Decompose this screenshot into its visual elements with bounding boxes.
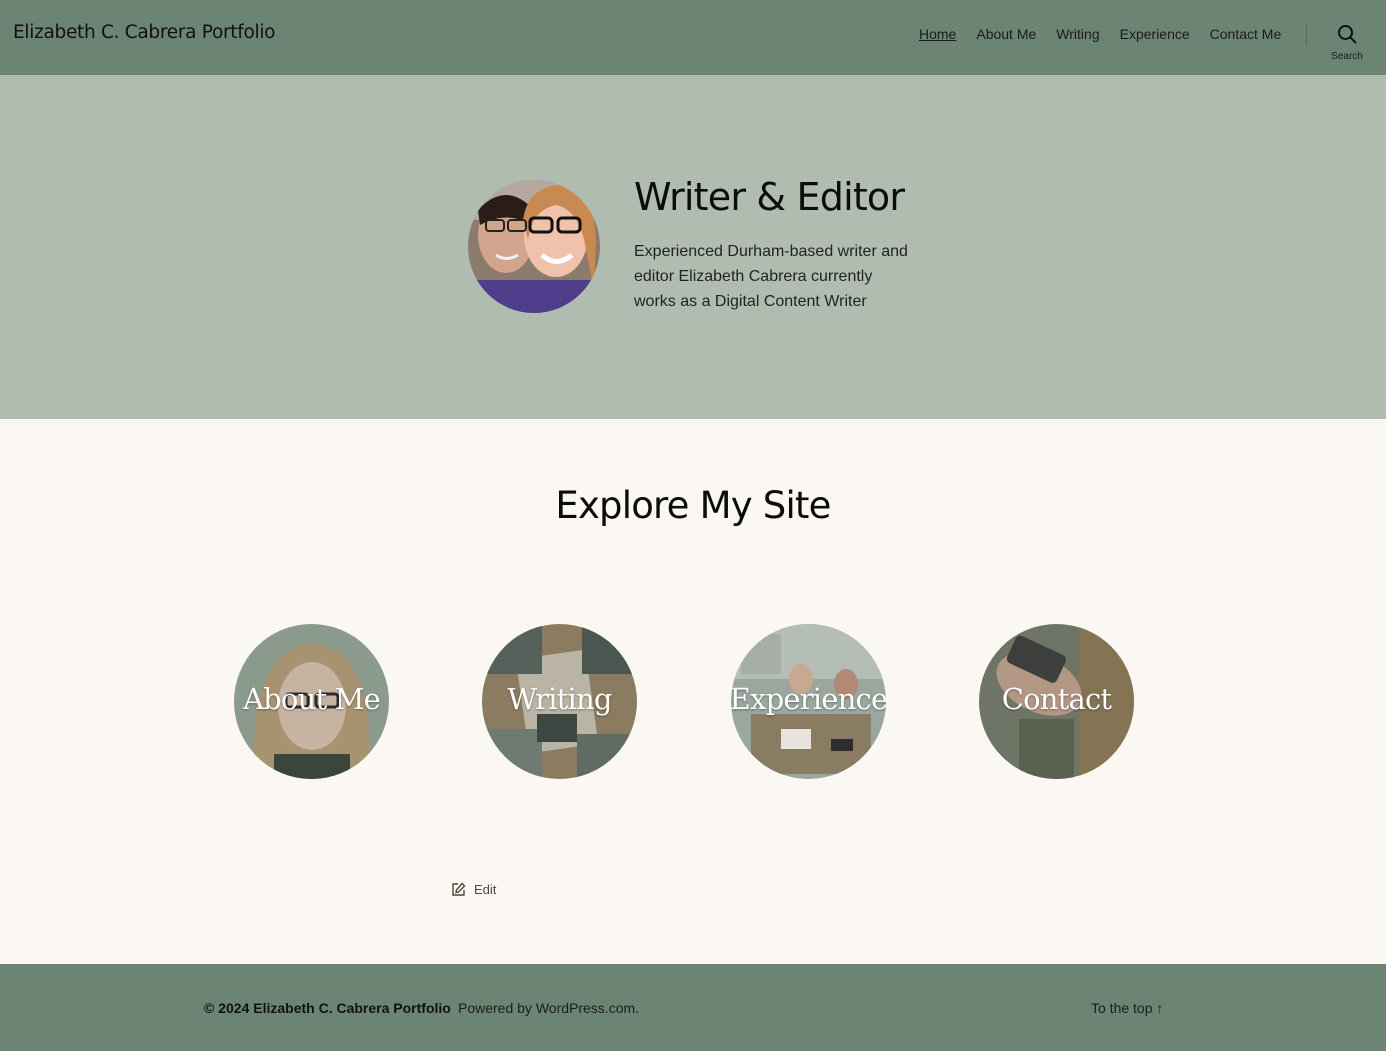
nav-separator (1306, 24, 1307, 46)
writing-card-label: Writing (507, 682, 612, 716)
experience-card-label: Experience (731, 682, 886, 716)
about-me-card[interactable]: About Me (234, 624, 389, 779)
to-top-link[interactable]: To the top ↑ (1091, 1000, 1163, 1016)
edit-link[interactable]: Edit (451, 882, 496, 897)
contact-card[interactable]: Contact (979, 624, 1134, 779)
powered-by-link[interactable]: Powered by WordPress.com. (458, 1000, 639, 1016)
nav-item-writing[interactable]: Writing (1056, 26, 1099, 42)
edit-label: Edit (474, 882, 497, 897)
hero-title: Writer & Editor (634, 175, 905, 219)
edit-icon (452, 882, 466, 896)
explore-title: Explore My Site (555, 484, 831, 527)
site-header: Elizabeth C. Cabrera Portfolio Home Abou… (0, 0, 1386, 75)
primary-nav: Home About Me Writing Experience Contact… (919, 26, 1301, 42)
nav-item-home[interactable]: Home (919, 26, 956, 42)
footer-copyright[interactable]: © 2024 Elizabeth C. Cabrera Portfolio (204, 1000, 451, 1016)
search-icon (1338, 25, 1357, 44)
nav-item-experience[interactable]: Experience (1120, 26, 1190, 42)
contact-card-label: Contact (1001, 682, 1112, 716)
search-label: Search (1331, 51, 1363, 62)
hero-section: Writer & Editor Experienced Durham-based… (0, 75, 1386, 419)
nav-item-about-me[interactable]: About Me (976, 26, 1036, 42)
site-footer: © 2024 Elizabeth C. Cabrera Portfolio Po… (0, 964, 1386, 1051)
nav-item-contact-me[interactable]: Contact Me (1210, 26, 1282, 42)
about-me-card-label: About Me (243, 682, 381, 716)
site-title[interactable]: Elizabeth C. Cabrera Portfolio (13, 22, 275, 43)
writing-card[interactable]: Writing (482, 624, 637, 779)
hero-description: Experienced Durham-based writer and edit… (634, 243, 908, 310)
search-button[interactable]: Search (1326, 22, 1368, 64)
profile-photo (468, 180, 600, 313)
experience-card[interactable]: Experience (731, 624, 886, 779)
